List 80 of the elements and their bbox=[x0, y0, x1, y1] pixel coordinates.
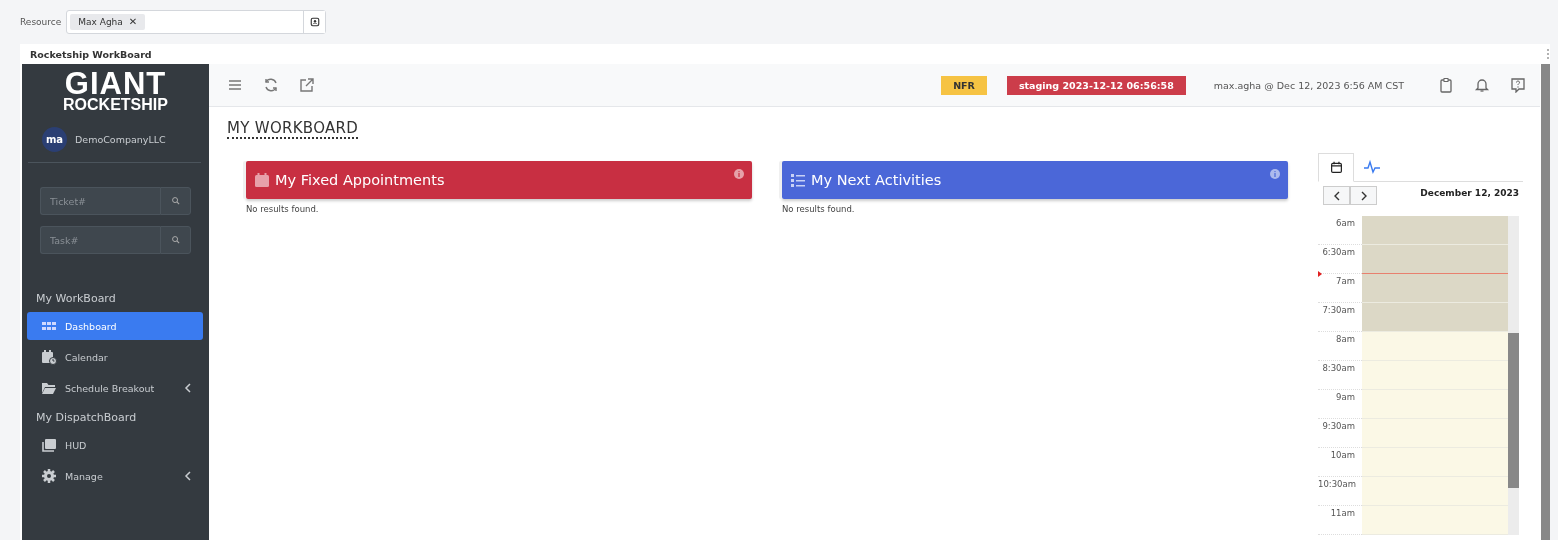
avatar: ma bbox=[42, 127, 67, 152]
search-icon bbox=[170, 196, 181, 206]
bell-icon bbox=[1474, 77, 1490, 93]
clipboard-icon bbox=[1438, 77, 1454, 93]
chevron-left-icon bbox=[183, 382, 191, 394]
chevron-left-icon bbox=[1332, 190, 1341, 201]
calendar-icon bbox=[254, 172, 270, 188]
time-label: 10am bbox=[1330, 450, 1355, 460]
gear-icon bbox=[41, 468, 57, 484]
help-icon bbox=[1510, 77, 1526, 93]
nav-item[interactable]: Calendar bbox=[27, 343, 203, 371]
resource-chip[interactable]: Max Agha ✕ bbox=[70, 14, 146, 30]
time-slot[interactable] bbox=[1362, 506, 1508, 535]
nav-item[interactable]: Dashboard bbox=[27, 312, 203, 340]
pulse-icon bbox=[1364, 159, 1380, 175]
nav-item[interactable]: Schedule Breakout bbox=[27, 374, 203, 402]
resource-field[interactable]: Max Agha ✕ bbox=[66, 10, 327, 34]
time-label: 6am bbox=[1336, 218, 1355, 228]
folder-icon bbox=[41, 380, 57, 396]
nav-heading: My DispatchBoard bbox=[35, 410, 138, 426]
stack-icon bbox=[41, 437, 57, 453]
notifications-button[interactable] bbox=[1474, 77, 1490, 93]
resource-label: Resource bbox=[20, 17, 62, 27]
search-button[interactable] bbox=[160, 226, 191, 254]
panel-title: My Next Activities bbox=[811, 172, 942, 188]
environment-badge: staging 2023-12-12 06:56:58 bbox=[1006, 75, 1186, 95]
external-link-icon bbox=[299, 77, 315, 93]
contact-book-icon bbox=[308, 16, 321, 28]
time-slot[interactable] bbox=[1362, 216, 1508, 245]
lookup-button[interactable] bbox=[303, 11, 326, 33]
time-label: 10:30am bbox=[1318, 479, 1356, 489]
info-icon bbox=[1270, 169, 1280, 179]
help-button[interactable] bbox=[1510, 77, 1526, 93]
search-icon bbox=[170, 235, 181, 245]
nav-heading: My WorkBoard bbox=[35, 291, 117, 307]
window-title: Rocketship WorkBoard bbox=[30, 48, 152, 60]
menu-button[interactable] bbox=[227, 77, 243, 93]
refresh-icon bbox=[263, 77, 279, 93]
calendar-clock-icon bbox=[41, 349, 57, 365]
environment-badge: NFR bbox=[941, 75, 987, 95]
empty-message: No results found. bbox=[782, 204, 856, 214]
info-icon bbox=[734, 169, 744, 179]
time-slot[interactable] bbox=[1362, 274, 1508, 303]
calendar-icon bbox=[1329, 161, 1343, 174]
time-label: 6:30am bbox=[1322, 247, 1355, 257]
menu-icon bbox=[227, 77, 243, 93]
time-label: 7:30am bbox=[1322, 305, 1355, 315]
calendar-date: December 12, 2023 bbox=[1420, 188, 1519, 200]
time-slot[interactable] bbox=[1362, 303, 1508, 332]
time-label: 9am bbox=[1336, 392, 1355, 402]
chevron-left-icon bbox=[183, 470, 191, 482]
search-field[interactable]: Ticket# bbox=[40, 187, 160, 215]
time-label: 7am bbox=[1336, 276, 1355, 286]
refresh-button[interactable] bbox=[263, 77, 279, 93]
chevron-right-icon bbox=[1359, 190, 1368, 201]
nav-item[interactable]: HUD bbox=[27, 431, 203, 459]
list-icon bbox=[790, 172, 806, 188]
time-label: 8:30am bbox=[1322, 363, 1355, 373]
time-label: 11am bbox=[1330, 508, 1355, 518]
external-link-button[interactable] bbox=[299, 77, 315, 93]
nav-item[interactable]: Manage bbox=[27, 462, 203, 490]
time-slot[interactable] bbox=[1362, 419, 1508, 448]
user-info: max.agha @ Dec 12, 2023 6:56 AM CST bbox=[1213, 79, 1404, 91]
search-field[interactable]: Task# bbox=[40, 226, 160, 254]
clipboard-button[interactable] bbox=[1438, 77, 1454, 93]
time-label: 9:30am bbox=[1322, 421, 1355, 431]
time-label: 8am bbox=[1336, 334, 1355, 344]
empty-message: No results found. bbox=[246, 204, 320, 214]
panel-title: My Fixed Appointments bbox=[275, 172, 445, 188]
logo: GIANT ROCKETSHIP bbox=[62, 65, 169, 113]
company-name: DemoCompanyLLC bbox=[75, 134, 166, 145]
calendar-tab[interactable] bbox=[1318, 153, 1354, 182]
scrollbar[interactable] bbox=[1508, 216, 1519, 535]
time-slot[interactable] bbox=[1362, 477, 1508, 506]
scrollbar[interactable] bbox=[1541, 64, 1550, 540]
search-button[interactable] bbox=[160, 187, 191, 215]
time-slot[interactable] bbox=[1362, 245, 1508, 274]
kebab-menu-icon bbox=[1546, 48, 1550, 60]
page-title: MY WORKBOARD bbox=[227, 119, 359, 139]
time-slot[interactable] bbox=[1362, 448, 1508, 477]
